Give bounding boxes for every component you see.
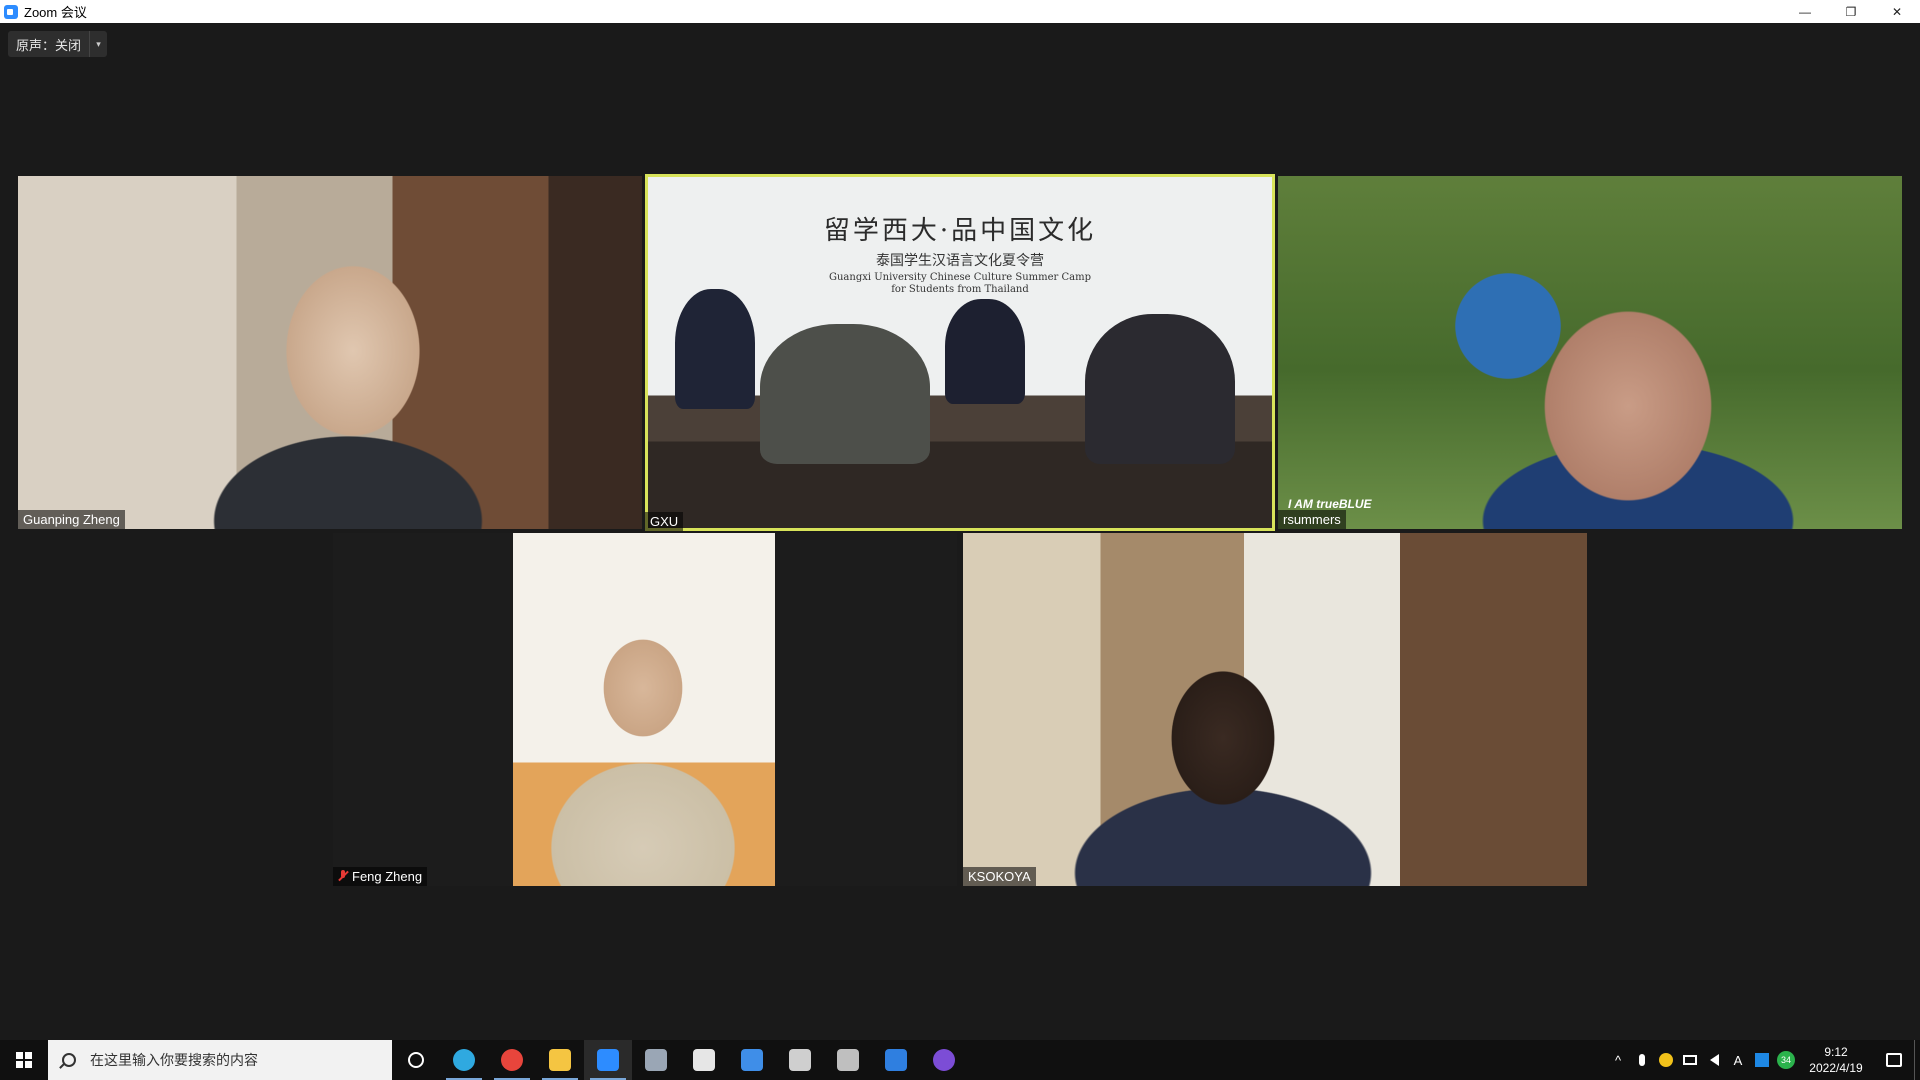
tray-app-icon[interactable] (1750, 1040, 1774, 1080)
video-feed (513, 533, 775, 886)
taskbar-app-button[interactable] (728, 1040, 776, 1080)
pinned-app-8-icon (789, 1049, 811, 1071)
volume-icon[interactable] (1702, 1040, 1726, 1080)
notification-icon (1886, 1053, 1902, 1067)
search-icon (62, 1053, 76, 1067)
taskbar-app-button[interactable] (488, 1040, 536, 1080)
network-icon[interactable] (1678, 1040, 1702, 1080)
video-tile-rsummers[interactable]: I AM trueBLUE rsummers (1278, 176, 1902, 529)
taskbar-app-button[interactable] (824, 1040, 872, 1080)
notification-center-button[interactable] (1874, 1040, 1914, 1080)
video-tile-guanping-zheng[interactable]: Guanping Zheng (18, 176, 642, 529)
input-method-indicator[interactable]: A (1726, 1040, 1750, 1080)
zoom-icon (597, 1049, 619, 1071)
taskbar-app-button[interactable] (776, 1040, 824, 1080)
window-controls: — ❐ ✕ (1782, 0, 1920, 23)
mic-muted-icon (338, 870, 348, 883)
pinned-app-9-icon (837, 1049, 859, 1071)
tray-badge-icon[interactable]: 34 (1774, 1040, 1798, 1080)
chevron-down-icon[interactable]: ▾ (89, 31, 107, 57)
participant-name-label: Guanping Zheng (18, 510, 125, 529)
taskbar-app-button[interactable] (872, 1040, 920, 1080)
tray-app-icon[interactable] (1654, 1040, 1678, 1080)
pinned-app-5-icon (645, 1049, 667, 1071)
participant-name-label: rsummers (1278, 510, 1346, 529)
tray-overflow-chevron-icon[interactable]: ^ (1606, 1040, 1630, 1080)
chrome-icon (501, 1049, 523, 1071)
video-tile-gxu[interactable]: 留学西大·品中国文化 泰国学生汉语言文化夏令营 Guangxi Universi… (645, 174, 1275, 531)
cortana-icon (408, 1052, 424, 1068)
gxu-banner-title: 留学西大·品中国文化 (823, 216, 1097, 246)
participant-name-label: Feng Zheng (333, 867, 428, 886)
participant-name-label: GXU (645, 512, 684, 531)
system-tray: ^ A 34 9:12 2022/4/19 (1606, 1040, 1920, 1080)
file-explorer-icon (549, 1049, 571, 1071)
rsummers-background-banner: I AM trueBLUE (1288, 497, 1372, 511)
minimize-button[interactable]: — (1782, 0, 1828, 23)
video-tile-feng-zheng[interactable]: Feng Zheng (333, 533, 957, 886)
taskbar-app-button[interactable] (536, 1040, 584, 1080)
close-button[interactable]: ✕ (1874, 0, 1920, 23)
person-figure (1085, 314, 1235, 464)
show-desktop-button[interactable] (1914, 1040, 1920, 1080)
microphone-icon[interactable] (1630, 1040, 1654, 1080)
task-view-button[interactable] (392, 1040, 440, 1080)
taskbar-search-box[interactable]: 在这里输入你要搜索的内容 (48, 1040, 392, 1080)
original-sound-toggle[interactable]: 原声：关闭 ▾ (8, 31, 108, 57)
taskbar-app-button[interactable] (584, 1040, 632, 1080)
original-sound-label: 原声：关闭 (16, 37, 82, 53)
restore-button[interactable]: ❐ (1828, 0, 1874, 23)
taskbar-app-button[interactable] (920, 1040, 968, 1080)
taskbar-clock[interactable]: 9:12 2022/4/19 (1798, 1044, 1874, 1076)
participant-name-label: KSOKOYA (963, 867, 1036, 886)
gxu-banner-english: Guangxi University Chinese Culture Summe… (829, 272, 1091, 295)
taskbar-apps (440, 1040, 968, 1080)
taskbar-app-button[interactable] (440, 1040, 488, 1080)
start-button[interactable] (0, 1040, 48, 1080)
edge-icon (453, 1049, 475, 1071)
pinned-app-6-icon (693, 1049, 715, 1071)
zoom-logo-icon (4, 4, 18, 19)
video-tile-ksokoya[interactable]: KSOKOYA (963, 533, 1587, 886)
person-figure (675, 289, 755, 409)
clock-date: 2022/4/19 (1809, 1061, 1863, 1075)
pinned-app-11-icon (933, 1049, 955, 1071)
windows-taskbar: 在这里输入你要搜索的内容 ^ A 34 9:12 2022/4/19 (0, 1040, 1920, 1080)
taskbar-app-button[interactable] (632, 1040, 680, 1080)
pinned-app-7-icon (741, 1049, 763, 1071)
windows-logo-icon (16, 1052, 32, 1068)
taskbar-app-button[interactable] (680, 1040, 728, 1080)
window-title: Zoom 会议 (24, 5, 87, 20)
gxu-banner-subtitle: 泰国学生汉语言文化夏令营 (876, 253, 1044, 269)
clock-time: 9:12 (1824, 1045, 1848, 1059)
window-titlebar: Zoom 会议 — ❐ ✕ (0, 0, 1920, 23)
search-placeholder: 在这里输入你要搜索的内容 (90, 1052, 258, 1068)
person-figure (760, 324, 930, 464)
pinned-app-10-icon (885, 1049, 907, 1071)
person-figure (945, 299, 1025, 404)
